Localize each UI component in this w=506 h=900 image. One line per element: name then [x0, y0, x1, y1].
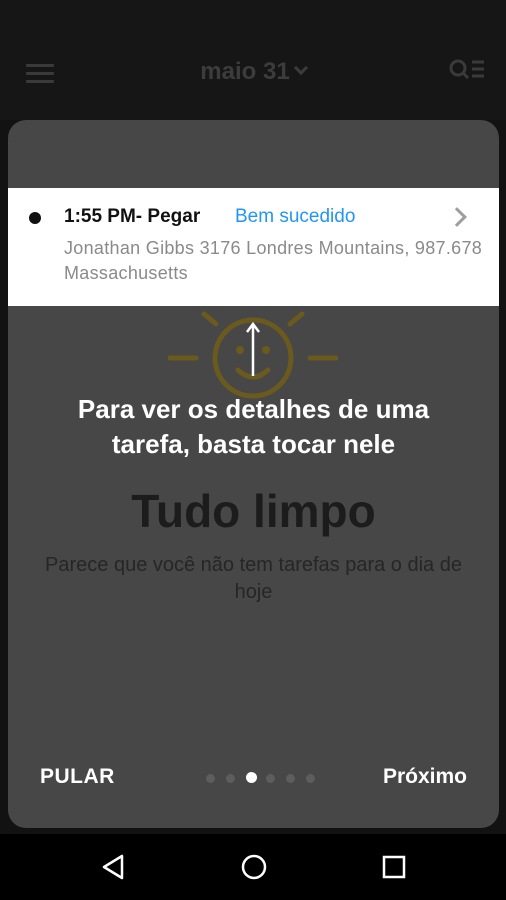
tutorial-tip: Para ver os detalhes de uma tarefa, bast… [77, 394, 430, 459]
tutorial-overlay: 1:55 PM- Pegar Bem sucedido Jonathan Gib… [8, 120, 499, 828]
chevron-right-icon [447, 207, 467, 227]
page-dot [266, 774, 275, 783]
page-dot [286, 774, 295, 783]
page-dot [246, 772, 257, 783]
page-dot [226, 774, 235, 783]
skip-button[interactable]: PULAR [40, 765, 115, 789]
task-time-type: 1:55 PM- Pegar [64, 206, 201, 227]
empty-state-title: Tudo limpo [131, 485, 376, 537]
chevron-down-icon [293, 60, 308, 76]
search-list-icon[interactable] [448, 58, 486, 82]
date-selector[interactable]: maio 31 [0, 58, 506, 86]
task-status: Bem sucedido [235, 206, 356, 227]
recent-apps-icon[interactable] [380, 853, 408, 881]
arrow-up-icon [246, 321, 260, 376]
task-bullet [29, 212, 41, 224]
page-indicator [198, 772, 315, 784]
task-row[interactable]: 1:55 PM- Pegar Bem sucedido Jonathan Gib… [8, 188, 499, 306]
app-bar: maio 31 [0, 0, 506, 120]
date-label: maio 31 [200, 58, 290, 85]
page-dot [206, 774, 215, 783]
empty-state-subtitle: Parece que você não tem tarefas para o d… [45, 554, 462, 603]
home-icon[interactable] [240, 853, 268, 881]
next-button[interactable]: Próximo [383, 765, 467, 789]
page-dot [306, 774, 315, 783]
back-icon[interactable] [100, 853, 128, 881]
system-nav-bar [0, 834, 506, 900]
task-address: Jonathan Gibbs 3176 Londres Mountains, 9… [64, 238, 483, 283]
